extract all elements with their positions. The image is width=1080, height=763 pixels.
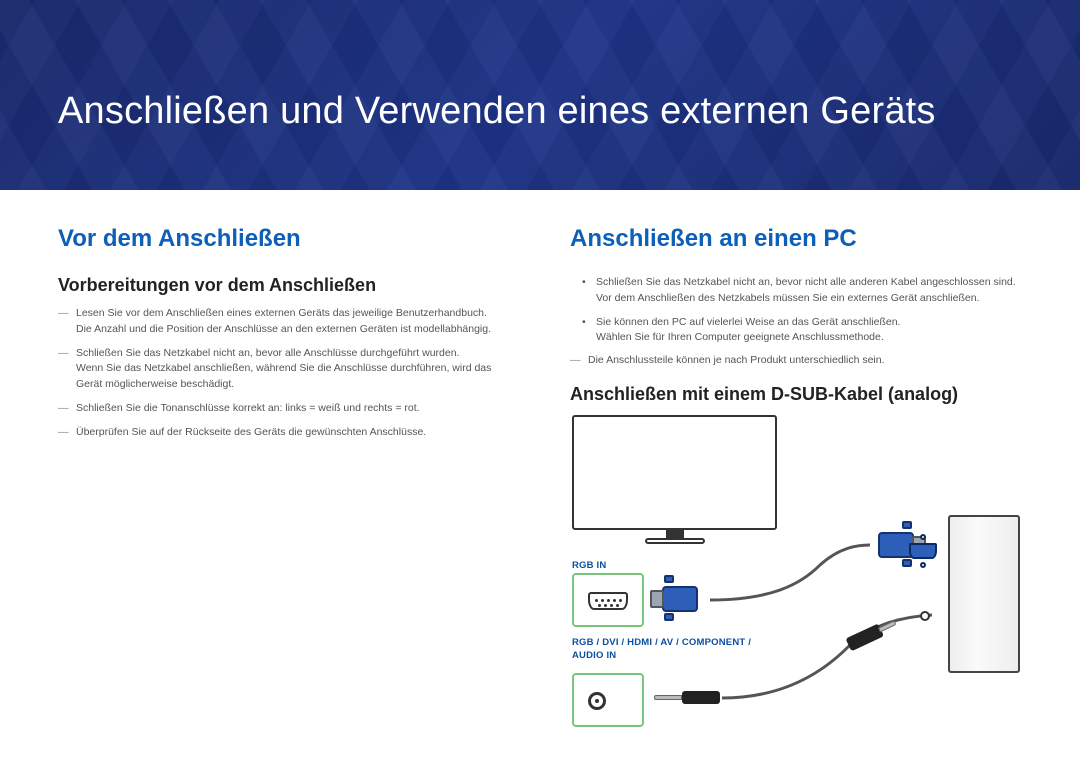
- subsection-dsub: Anschließen mit einem D-SUB-Kabel (analo…: [570, 384, 1022, 405]
- preparation-list: Lesen Sie vor dem Anschließen eines exte…: [58, 306, 510, 440]
- content-area: Vor dem Anschließen Vorbereitungen vor d…: [0, 190, 1080, 745]
- list-item-text: Schließen Sie das Netzkabel nicht an, be…: [76, 347, 459, 359]
- page-title: Anschließen und Verwenden eines externen…: [58, 90, 936, 133]
- subsection-preparation: Vorbereitungen vor dem Anschließen: [58, 275, 510, 296]
- list-item-subtext: Wenn Sie das Netzkabel anschließen, währ…: [76, 361, 510, 393]
- chapter-header: Anschließen und Verwenden eines externen…: [0, 0, 1080, 190]
- list-item-subtext: Die Anzahl und die Position der Anschlüs…: [76, 322, 510, 338]
- list-item: Schließen Sie das Netzkabel nicht an, be…: [58, 346, 510, 393]
- list-item-text: Schließen Sie das Netzkabel nicht an, be…: [596, 276, 1016, 288]
- list-item-text: Überprüfen Sie auf der Rückseite des Ger…: [76, 426, 426, 438]
- list-item-subtext: Wählen Sie für Ihren Computer geeignete …: [596, 330, 1022, 346]
- list-item: Lesen Sie vor dem Anschließen eines exte…: [58, 306, 510, 338]
- list-item-subtext: Vor dem Anschließen des Netzkabels müsse…: [596, 291, 1022, 307]
- list-item-text: Schließen Sie die Tonanschlüsse korrekt …: [76, 402, 420, 414]
- pc-vga-port-icon: [906, 531, 940, 575]
- list-item: Überprüfen Sie auf der Rückseite des Ger…: [58, 425, 510, 441]
- list-item-text: Lesen Sie vor dem Anschließen eines exte…: [76, 307, 487, 319]
- pc-audio-port-icon: [920, 611, 930, 621]
- note-line: Die Anschlussteile können je nach Produk…: [570, 354, 1022, 366]
- audio-plug-icon: [654, 691, 724, 705]
- pc-tower-icon: [948, 515, 1020, 673]
- pc-connect-list: Schließen Sie das Netzkabel nicht an, be…: [570, 275, 1022, 346]
- list-item: Schließen Sie das Netzkabel nicht an, be…: [570, 275, 1022, 307]
- list-item: Sie können den PC auf vielerlei Weise an…: [570, 315, 1022, 347]
- list-item-text: Sie können den PC auf vielerlei Weise an…: [596, 316, 900, 328]
- section-heading-before-connect: Vor dem Anschließen: [58, 225, 510, 253]
- section-heading-connect-pc: Anschließen an einen PC: [570, 225, 1022, 253]
- right-column: Anschließen an einen PC Schließen Sie da…: [570, 225, 1022, 745]
- connection-diagram: RGB IN RGB / DVI / HDMI / AV / COMPONENT…: [570, 415, 1030, 745]
- list-item: Schließen Sie die Tonanschlüsse korrekt …: [58, 401, 510, 417]
- left-column: Vor dem Anschließen Vorbereitungen vor d…: [58, 225, 510, 745]
